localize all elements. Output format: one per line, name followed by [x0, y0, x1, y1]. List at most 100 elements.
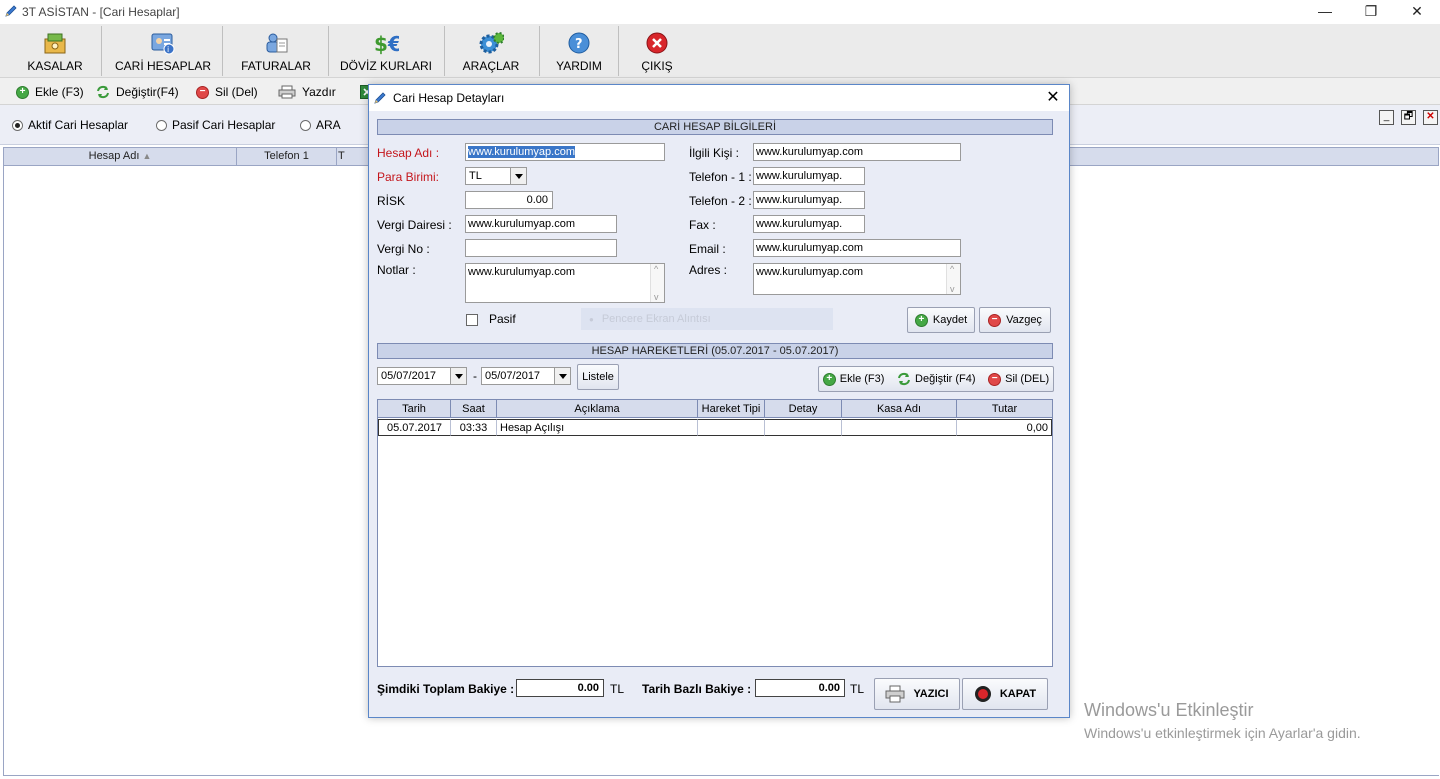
vergi-dairesi-label: Vergi Dairesi : — [377, 218, 452, 232]
mdi-close-button[interactable]: ✕ — [1423, 110, 1438, 125]
adres-value: www.kurulumyap.com — [756, 266, 863, 278]
cash-box-icon — [42, 30, 68, 56]
column-saat[interactable]: Saat — [451, 400, 497, 418]
column-hesap-adi[interactable]: Hesap Adı ▲ — [4, 147, 237, 166]
toolbar-faturalar-button[interactable]: FATURALAR — [236, 24, 316, 78]
account-detail-dialog: Cari Hesap Detayları ✕ CARİ HESAP BİLGİL… — [368, 84, 1070, 718]
date-to-picker[interactable]: 05/07/2017 — [481, 367, 571, 385]
toolbar-separator — [101, 26, 102, 76]
memo-scrollbar[interactable] — [650, 264, 664, 302]
list-button[interactable]: Listele — [577, 364, 619, 390]
notlar-label: Notlar : — [377, 263, 416, 277]
hesap-adi-label: Hesap Adı : — [377, 146, 440, 160]
para-birimi-select[interactable]: TL — [465, 167, 527, 185]
toolbar-separator — [539, 26, 540, 76]
toolbar-kasalar-button[interactable]: KASALAR — [22, 24, 88, 78]
print-dialog-button[interactable]: YAZICI — [874, 678, 960, 710]
toolbar-doviz-kurlari-button[interactable]: $ € DÖVİZ KURLARI — [338, 24, 434, 78]
column-kasa-adi[interactable]: Kasa Adı — [842, 400, 957, 418]
movement-delete-button[interactable]: − Sil (DEL) — [988, 372, 1049, 386]
telefon1-label: Telefon - 1 : — [689, 170, 752, 184]
column-partial[interactable]: T — [337, 147, 367, 166]
toolbar-label: KASALAR — [27, 59, 83, 73]
activation-watermark-subtitle: Windows'u etkinleştirmek için Ayarlar'a … — [1084, 725, 1361, 741]
adres-field[interactable]: www.kurulumyap.com — [753, 263, 961, 295]
close-window-button[interactable]: ✕ — [1394, 0, 1440, 24]
column-detay[interactable]: Detay — [765, 400, 842, 418]
close-dialog-button[interactable]: KAPAT — [962, 678, 1048, 710]
toolbar-araclar-button[interactable]: ARAÇLAR — [456, 24, 526, 78]
app-title: 3T ASİSTAN - [Cari Hesaplar] — [22, 5, 180, 19]
restore-button[interactable]: ❐ — [1348, 0, 1394, 24]
ilgili-kisi-field[interactable]: www.kurulumyap.com — [753, 143, 961, 161]
help-icon: ? — [566, 30, 592, 56]
column-tutar[interactable]: Tutar — [957, 400, 1052, 418]
column-aciklama[interactable]: Açıklama — [497, 400, 698, 418]
hesap-adi-field[interactable]: www.kurulumyap.com — [465, 143, 665, 161]
dialog-title: Cari Hesap Detayları — [393, 91, 505, 105]
print-button[interactable]: Yazdır — [278, 82, 336, 102]
radio-unchecked-icon — [300, 119, 311, 131]
memo-scrollbar[interactable] — [946, 264, 960, 294]
email-field[interactable]: www.kurulumyap.com — [753, 239, 961, 257]
radio-checked-icon — [12, 119, 23, 131]
mdi-minimize-button[interactable]: _ — [1379, 110, 1394, 125]
movements-grid[interactable]: Tarih Saat Açıklama Hareket Tipi Detay K… — [377, 399, 1053, 667]
toolbar-separator — [328, 26, 329, 76]
telefon1-field[interactable]: www.kurulumyap. — [753, 167, 865, 185]
edit-button[interactable]: Değiştir(F4) — [96, 82, 179, 102]
notlar-field[interactable]: www.kurulumyap.com — [465, 263, 665, 303]
email-label: Email : — [689, 242, 726, 256]
printer-icon — [278, 85, 296, 99]
filter-search-radio[interactable]: ARA — [300, 118, 341, 132]
delete-button[interactable]: − Sil (Del) — [196, 82, 258, 102]
minimize-button[interactable]: — — [1302, 0, 1348, 24]
column-hareket-tipi[interactable]: Hareket Tipi — [698, 400, 765, 418]
add-button[interactable]: + Ekle (F3) — [16, 82, 84, 102]
svg-text:€: € — [387, 32, 399, 55]
toolbar-cikis-button[interactable]: ÇIKIŞ — [630, 24, 684, 78]
mdi-restore-button[interactable]: 🗗 — [1401, 110, 1416, 125]
cell-tutar: 0,00 — [957, 419, 1052, 436]
toolbar-cari-hesaplar-button[interactable]: i CARİ HESAPLAR — [112, 24, 214, 78]
accounts-card-icon: i — [150, 30, 176, 56]
dialog-close-button[interactable]: ✕ — [1041, 87, 1065, 109]
cancel-button[interactable]: − Vazgeç — [979, 307, 1051, 333]
svg-text:?: ? — [575, 37, 583, 52]
current-balance-value: 0.00 — [516, 679, 604, 697]
column-tarih[interactable]: Tarih — [378, 400, 451, 418]
filter-passive-radio[interactable]: Pasif Cari Hesaplar — [156, 118, 275, 132]
telefon2-field[interactable]: www.kurulumyap. — [753, 191, 865, 209]
movement-add-button[interactable]: + Ekle (F3) — [822, 372, 884, 386]
movement-edit-label: Değiştir (F4) — [915, 373, 976, 385]
vergi-no-field[interactable] — [465, 239, 617, 257]
column-label: Hesap Adı — [88, 150, 140, 162]
vergi-dairesi-field[interactable]: www.kurulumyap.com — [465, 215, 617, 233]
toolbar-label: ARAÇLAR — [462, 59, 520, 73]
minus-icon: − — [988, 372, 1002, 386]
column-telefon-1[interactable]: Telefon 1 — [237, 147, 337, 166]
svg-text:i: i — [167, 45, 169, 54]
tools-gear-icon — [478, 30, 504, 56]
para-birimi-value: TL — [469, 170, 482, 182]
chevron-down-icon — [554, 368, 570, 384]
fax-field[interactable]: www.kurulumyap. — [753, 215, 865, 233]
date-separator: - — [473, 369, 477, 383]
dialog-pencil-icon — [374, 92, 386, 104]
filter-active-radio[interactable]: Aktif Cari Hesaplar — [12, 118, 128, 132]
filter-active-label: Aktif Cari Hesaplar — [28, 118, 129, 132]
plus-icon: + — [822, 372, 836, 386]
movement-edit-button[interactable]: Değiştir (F4) — [897, 372, 976, 386]
close-dialog-label: KAPAT — [999, 688, 1037, 700]
pasif-checkbox[interactable] — [466, 314, 478, 326]
date-from-picker[interactable]: 05/07/2017 — [377, 367, 467, 385]
date-balance-label: Tarih Bazlı Bakiye : — [642, 682, 752, 696]
date-from-value: 05/07/2017 — [381, 370, 437, 382]
fax-label: Fax : — [689, 218, 716, 232]
risk-field[interactable]: 0.00 — [465, 191, 553, 209]
save-button[interactable]: + Kaydet — [907, 307, 975, 333]
plus-icon: + — [914, 313, 928, 327]
plus-icon: + — [16, 85, 29, 99]
toolbar-yardim-button[interactable]: ? YARDIM — [550, 24, 608, 78]
toolbar-label: YARDIM — [556, 59, 602, 73]
